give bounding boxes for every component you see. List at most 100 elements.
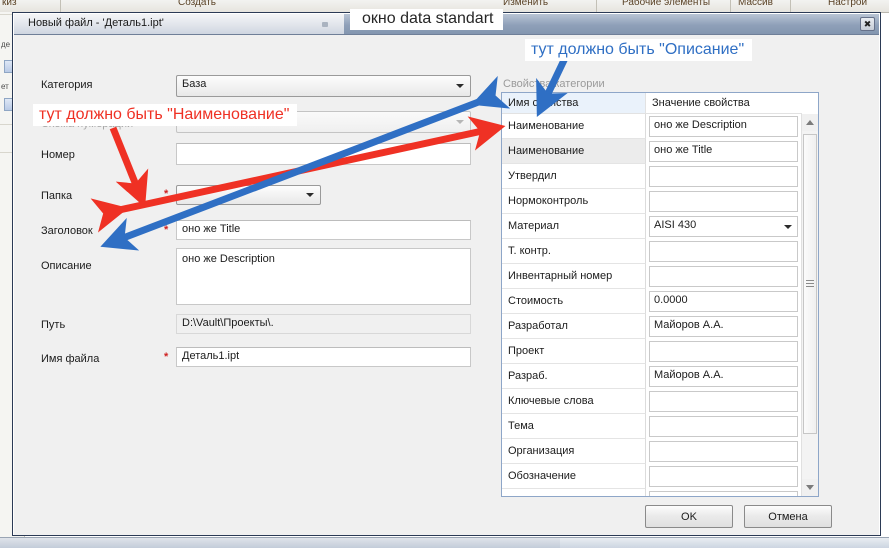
- property-value-cell[interactable]: оно же Title: [646, 139, 802, 164]
- grid-header-value[interactable]: Значение свойства: [646, 93, 802, 114]
- ribbon-item-0[interactable]: киз: [2, 0, 17, 8]
- ribbon-item-2[interactable]: Изменить: [503, 0, 548, 8]
- table-row[interactable]: Утвердил: [502, 164, 818, 189]
- property-name-cell[interactable]: Тема: [502, 414, 646, 439]
- grid-header-row: Имя свойства Значение свойства: [502, 93, 818, 114]
- property-name-cell[interactable]: Материал: [502, 214, 646, 239]
- property-value-input[interactable]: [649, 191, 798, 212]
- table-row[interactable]: Проект: [502, 339, 818, 364]
- property-name-cell[interactable]: Стоимость: [502, 289, 646, 314]
- property-name-cell[interactable]: Наименование: [502, 114, 646, 139]
- ok-button[interactable]: OK: [645, 505, 733, 528]
- property-name-cell[interactable]: Разраб.: [502, 364, 646, 389]
- property-value-cell[interactable]: 0.0000: [646, 289, 802, 314]
- cancel-button[interactable]: Отмена: [744, 505, 832, 528]
- table-row[interactable]: Обозначение: [502, 464, 818, 489]
- property-value-cell[interactable]: [646, 164, 802, 189]
- property-value-input[interactable]: [649, 241, 798, 262]
- table-row[interactable]: Инвентарный номер: [502, 264, 818, 289]
- property-value-cell[interactable]: Майоров А.А.: [646, 314, 802, 339]
- property-value-cell[interactable]: [646, 464, 802, 489]
- property-name-cell[interactable]: Заметки: [502, 489, 646, 496]
- property-value-input[interactable]: [649, 341, 798, 362]
- property-value-input[interactable]: Майоров А.А.: [649, 366, 798, 387]
- property-name-cell[interactable]: Обозначение: [502, 464, 646, 489]
- ribbon-item-4[interactable]: Массив: [738, 0, 773, 8]
- property-value-input[interactable]: [649, 391, 798, 412]
- table-row[interactable]: Организация: [502, 439, 818, 464]
- property-name-cell[interactable]: Т. контр.: [502, 239, 646, 264]
- property-value-input[interactable]: оно же Title: [649, 141, 798, 162]
- panel-label-0: де: [1, 40, 11, 49]
- property-value-cell[interactable]: [646, 389, 802, 414]
- property-value-input[interactable]: [649, 416, 798, 437]
- table-row[interactable]: Наименование оно же Description: [502, 114, 818, 139]
- table-row[interactable]: Стоимость 0.0000: [502, 289, 818, 314]
- scroll-up-icon[interactable]: [802, 114, 818, 131]
- titlebar-glyph: [322, 22, 328, 27]
- grip-icon: [806, 280, 814, 288]
- property-value-input[interactable]: Майоров А.А.: [649, 316, 798, 337]
- table-row[interactable]: Нормоконтроль: [502, 189, 818, 214]
- property-value-input[interactable]: [649, 466, 798, 487]
- grid-header-name[interactable]: Имя свойства: [502, 93, 646, 114]
- scrollbar-thumb[interactable]: [803, 134, 817, 434]
- table-row[interactable]: Разработал Майоров А.А.: [502, 314, 818, 339]
- table-row[interactable]: Наименование оно же Title: [502, 139, 818, 164]
- grid-scrollbar[interactable]: [801, 114, 818, 496]
- property-value-cell[interactable]: [646, 239, 802, 264]
- field-opisanie[interactable]: оно же Description: [176, 248, 471, 305]
- table-row[interactable]: Заметки: [502, 489, 818, 496]
- property-name-cell[interactable]: Проект: [502, 339, 646, 364]
- table-row[interactable]: Тема: [502, 414, 818, 439]
- property-value-cell[interactable]: оно же Description: [646, 114, 802, 139]
- property-value-cell[interactable]: [646, 414, 802, 439]
- property-value-input[interactable]: [649, 441, 798, 462]
- property-value-cell[interactable]: [646, 264, 802, 289]
- table-row[interactable]: Разраб. Майоров А.А.: [502, 364, 818, 389]
- background-status-bar-right: [560, 538, 889, 548]
- ribbon-separator: [596, 0, 597, 12]
- property-value-input[interactable]: [649, 166, 798, 187]
- field-zagolovok[interactable]: оно же Title: [176, 220, 471, 240]
- ribbon-separator: [60, 0, 61, 12]
- chevron-down-icon: [456, 120, 464, 124]
- properties-grid[interactable]: Имя свойства Значение свойства Наименова…: [501, 92, 819, 497]
- label-opisanie: Описание: [41, 260, 92, 272]
- property-name-cell[interactable]: Наименование: [502, 139, 646, 164]
- field-nomer[interactable]: [176, 143, 471, 165]
- property-value-cell[interactable]: Майоров А.А.: [646, 364, 802, 389]
- field-kategoriya-value: База: [182, 78, 207, 90]
- property-name-cell[interactable]: Нормоконтроль: [502, 189, 646, 214]
- table-row[interactable]: Материал AISI 430: [502, 214, 818, 239]
- ribbon-item-1[interactable]: Создать: [178, 0, 216, 8]
- table-row[interactable]: Ключевые слова: [502, 389, 818, 414]
- property-name-cell[interactable]: Разработал: [502, 314, 646, 339]
- property-value-cell[interactable]: [646, 339, 802, 364]
- property-value-input[interactable]: 0.0000: [649, 291, 798, 312]
- property-value-input[interactable]: оно же Description: [649, 116, 798, 137]
- property-value-cell[interactable]: AISI 430: [646, 214, 802, 239]
- table-row[interactable]: Т. контр.: [502, 239, 818, 264]
- property-value-input[interactable]: [649, 266, 798, 287]
- ribbon-separator: [790, 0, 791, 12]
- property-value-input[interactable]: AISI 430: [649, 216, 798, 237]
- field-imya-fayla[interactable]: Деталь1.ipt: [176, 347, 471, 367]
- property-value-input[interactable]: [649, 491, 798, 496]
- dialog-title: Новый файл - 'Деталь1.ipt': [28, 17, 164, 29]
- field-papka[interactable]: [176, 185, 321, 205]
- property-name-cell[interactable]: Организация: [502, 439, 646, 464]
- screenshot-root: киз Создать Изменить Рабочие элементы Ма…: [0, 0, 889, 548]
- field-kategoriya[interactable]: База: [176, 75, 471, 97]
- ribbon-item-5[interactable]: Настрои: [828, 0, 867, 8]
- property-name-cell[interactable]: Утвердил: [502, 164, 646, 189]
- ribbon-item-3[interactable]: Рабочие элементы: [622, 0, 710, 8]
- property-value-cell[interactable]: [646, 489, 802, 496]
- label-imya-fayla: Имя файла: [41, 353, 100, 365]
- property-name-cell[interactable]: Ключевые слова: [502, 389, 646, 414]
- property-name-cell[interactable]: Инвентарный номер: [502, 264, 646, 289]
- property-value-cell[interactable]: [646, 439, 802, 464]
- property-value-cell[interactable]: [646, 189, 802, 214]
- scroll-down-icon[interactable]: [802, 479, 818, 496]
- close-icon[interactable]: ✖: [860, 17, 875, 31]
